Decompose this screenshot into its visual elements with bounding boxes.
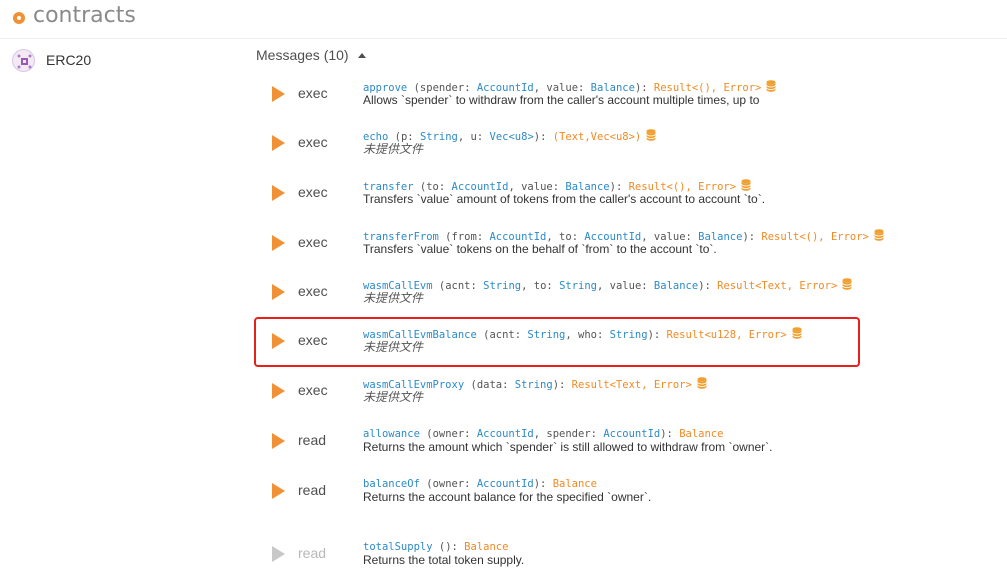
messages-header-label: Messages (10) — [256, 47, 349, 63]
param-type: AccountId — [476, 478, 534, 490]
param-type: Balance — [653, 280, 699, 292]
param-type: String — [514, 379, 553, 391]
message-row-approve: exec approve (spender: AccountId, value: … — [256, 80, 876, 122]
play-icon[interactable] — [272, 433, 285, 449]
param-name: acnt — [445, 280, 471, 292]
message-row-totalSupply: read totalSupply (): Balance Returns the t… — [256, 540, 876, 582]
message-signature: allowance (owner: AccountId, spender: Ac… — [363, 428, 724, 440]
message-doc: Transfers `value` tokens on the behalf o… — [363, 242, 717, 256]
param-name: owner — [432, 428, 465, 440]
message-signature: wasmCallEvm (acnt: String, to: String, v… — [363, 278, 853, 294]
play-icon[interactable] — [272, 546, 285, 562]
app-logo-icon — [13, 12, 25, 24]
play-icon[interactable] — [272, 135, 285, 151]
play-icon[interactable] — [272, 185, 285, 201]
return-type: Result<Text, Error> — [717, 280, 838, 292]
param-type: Vec<u8> — [489, 131, 534, 143]
param-type: AccountId — [476, 428, 534, 440]
play-icon[interactable] — [272, 235, 285, 251]
message-row-wasmCallEvmProxy: exec wasmCallEvmProxy (data: String): Res… — [256, 377, 876, 419]
message-row-echo: exec echo (p: String, u: Vec<u8>): (Text,… — [256, 129, 876, 171]
param-name: spender — [546, 428, 591, 440]
message-kind[interactable]: exec — [298, 382, 328, 398]
contract-name: ERC20 — [46, 52, 92, 68]
message-kind[interactable]: read — [298, 482, 326, 498]
return-type: Balance — [552, 478, 597, 490]
message-doc: 未提供文件 — [363, 390, 424, 404]
database-icon — [766, 80, 777, 96]
message-kind[interactable]: read — [298, 432, 326, 448]
message-name: allowance — [363, 428, 420, 440]
play-icon[interactable] — [272, 383, 285, 399]
message-signature: totalSupply (): Balance — [363, 541, 509, 553]
highlight-box — [254, 317, 860, 367]
param-type: AccountId — [603, 428, 661, 440]
message-kind[interactable]: exec — [298, 283, 328, 299]
param-name: u — [470, 131, 477, 143]
param-name: data — [476, 379, 503, 391]
message-doc: Transfers `value` amount of tokens from … — [363, 192, 766, 206]
play-icon[interactable] — [272, 86, 285, 102]
message-name: balanceOf — [363, 478, 420, 490]
message-row-transferFrom: exec transferFrom (from: AccountId, to: A… — [256, 229, 884, 271]
database-icon — [842, 278, 853, 294]
return-type: Balance — [464, 541, 509, 553]
contract-avatar-icon — [12, 48, 35, 72]
return-type: (Text,Vec<u8>) — [552, 131, 642, 143]
return-type: Result<(), Error> — [761, 231, 869, 243]
top-bar: contracts — [0, 0, 1007, 39]
message-kind[interactable]: exec — [298, 85, 328, 101]
play-icon[interactable] — [272, 284, 285, 300]
page-title: contracts — [33, 3, 136, 28]
database-icon — [696, 377, 707, 393]
param-name: to — [533, 280, 547, 292]
return-type: Balance — [679, 428, 724, 440]
message-kind[interactable]: read — [298, 545, 326, 561]
message-doc: Returns the total token supply. — [363, 553, 525, 567]
param-type: String — [419, 131, 458, 143]
return-type: Result<Text, Error> — [571, 379, 692, 391]
message-row-balanceOf: read balanceOf (owner: AccountId): Balanc… — [256, 477, 876, 519]
message-name: totalSupply — [363, 541, 433, 553]
message-row-transfer: exec transfer (to: AccountId, value: Bala… — [256, 179, 876, 221]
message-doc: 未提供文件 — [363, 142, 424, 156]
caret-up-icon — [357, 52, 366, 58]
message-row-wasmCallEvm: exec wasmCallEvm (acnt: String, to: Strin… — [256, 278, 876, 320]
message-doc: 未提供文件 — [363, 291, 424, 305]
database-icon — [646, 129, 657, 145]
param-name: owner — [432, 478, 465, 490]
contract-item-erc20[interactable]: ERC20 — [12, 47, 91, 73]
param-type: String — [559, 280, 597, 292]
message-doc: Allows `spender` to withdraw from the ca… — [363, 93, 760, 107]
messages-toggle[interactable]: Messages (10) — [256, 47, 366, 63]
param-type: String — [483, 280, 522, 292]
message-kind[interactable]: exec — [298, 134, 328, 150]
message-row-allowance: read allowance (owner: AccountId, spender… — [256, 427, 876, 469]
message-doc: Returns the account balance for the spec… — [363, 490, 652, 504]
play-icon[interactable] — [272, 483, 285, 499]
message-doc: Returns the amount which `spender` is st… — [363, 440, 773, 454]
param-name: value — [609, 280, 642, 292]
message-kind[interactable]: exec — [298, 234, 328, 250]
message-signature: balanceOf (owner: AccountId): Balance — [363, 478, 597, 490]
message-kind[interactable]: exec — [298, 184, 328, 200]
database-icon — [873, 229, 884, 245]
